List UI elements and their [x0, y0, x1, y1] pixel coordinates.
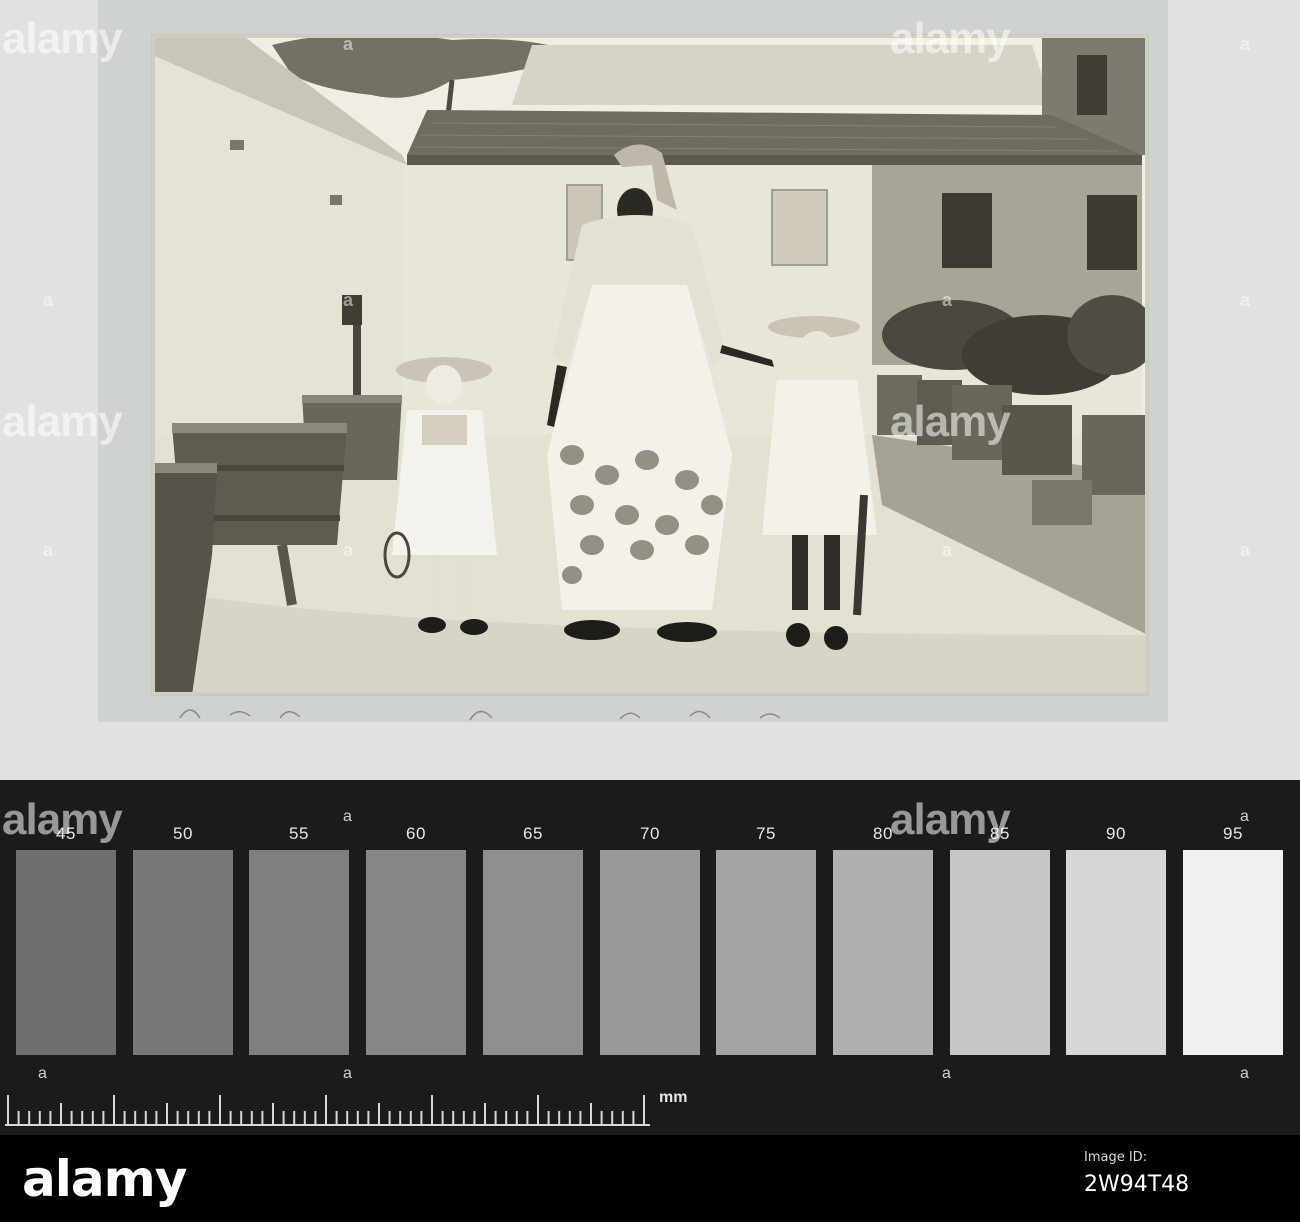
watermark-mark: a [343, 290, 354, 310]
gray-patch [716, 850, 816, 1055]
patch-value-label: 70 [640, 824, 660, 843]
patch-value-label: 60 [406, 824, 426, 843]
watermark-logo: alamy [2, 14, 123, 63]
watermark-mark: a [43, 540, 54, 560]
watermark-logo: alamy [890, 795, 1011, 844]
shutter-center [771, 189, 828, 266]
patch-value-label: 50 [173, 824, 193, 843]
registration-mark: a [38, 1065, 47, 1082]
watermark-mark: a [1240, 34, 1251, 54]
registration-mark: a [1240, 1065, 1249, 1082]
image-id: 2W94T48 [1084, 1172, 1190, 1197]
registration-mark: a [343, 1065, 352, 1082]
gray-patch [16, 850, 116, 1055]
patch-value-label: 55 [289, 824, 309, 843]
tiled-roof [407, 110, 1142, 155]
patch-value-label: 95 [1223, 824, 1243, 843]
gray-patch [366, 850, 466, 1055]
gray-patch [133, 850, 233, 1055]
gray-patch [950, 850, 1050, 1055]
watermark-mark: a [1240, 290, 1251, 310]
window-dark-1 [942, 193, 992, 268]
gray-patch [600, 850, 700, 1055]
registration-mark: a [343, 808, 352, 825]
gray-patch [483, 850, 583, 1055]
watermark-mark: a [1240, 540, 1251, 560]
gray-patch [1183, 850, 1283, 1055]
watermark-mark: a [343, 540, 354, 560]
window-dark-2 [1087, 195, 1137, 270]
vintage-photograph [152, 35, 1148, 695]
watermark-mark: a [942, 540, 953, 560]
watermark-mark: a [942, 290, 953, 310]
watermark-logo: alamy [890, 397, 1011, 446]
photo-scene [152, 35, 1148, 695]
registration-mark: a [942, 1065, 951, 1082]
patch-value-label: 65 [523, 824, 543, 843]
footer-brand-logo: alamy [22, 1150, 187, 1208]
watermark-mark: a [343, 34, 354, 54]
watermark-logo: alamy [2, 795, 123, 844]
patch-value-label: 75 [756, 824, 776, 843]
watermark-logo: alamy [890, 14, 1011, 63]
gray-patch [249, 850, 349, 1055]
watermark-logo: alamy [2, 397, 123, 446]
registration-mark: a [1240, 808, 1249, 825]
watermark-mark: a [43, 290, 54, 310]
gray-patch [1066, 850, 1166, 1055]
handwritten-caption [179, 709, 781, 721]
ruler-unit-label: mm [659, 1089, 688, 1106]
gray-patch [833, 850, 933, 1055]
mm-ruler [5, 1095, 650, 1126]
patch-value-label: 90 [1106, 824, 1126, 843]
image-id-caption: Image ID: [1084, 1150, 1148, 1165]
